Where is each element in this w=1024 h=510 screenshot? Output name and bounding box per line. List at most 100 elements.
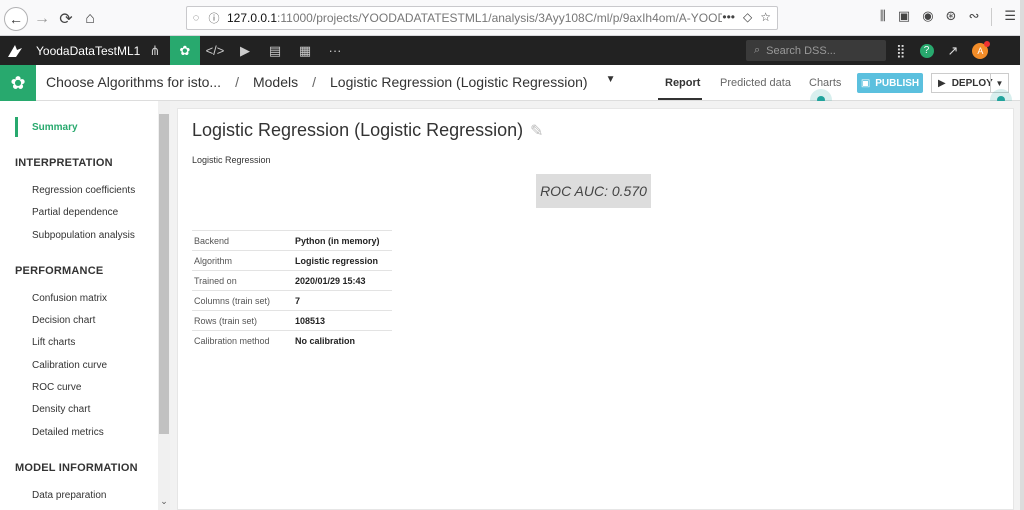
url-host: 127.0.0.1: [227, 11, 278, 25]
search-input[interactable]: ⌕ Search DSS...: [746, 40, 886, 61]
sidebar-item-detailed-metrics[interactable]: Detailed metrics: [32, 427, 104, 438]
sidebar-item-summary[interactable]: Summary: [32, 122, 78, 133]
table-row: Calibration method No calibration: [192, 330, 392, 351]
search-placeholder: Search DSS...: [766, 44, 836, 57]
breadcrumb-analysis[interactable]: Choose Algorithms for isto...: [46, 74, 221, 90]
sidebar-item-subpopulation-analysis[interactable]: Subpopulation analysis: [32, 230, 135, 241]
extension-2-icon[interactable]: ∾: [968, 8, 979, 26]
table-row: Rows (train set) 108513: [192, 310, 392, 331]
table-row: Algorithm Logistic regression: [192, 250, 392, 271]
print-icon[interactable]: ▤: [260, 36, 290, 65]
sidebar-item-confusion-matrix[interactable]: Confusion matrix: [32, 293, 107, 304]
hamburger-menu-icon[interactable]: ☰: [1004, 8, 1016, 26]
url-path: :11000/projects/YOODADATATESTML1/analysi…: [277, 11, 765, 25]
sidebar-item-calibration-curve[interactable]: Calibration curve: [32, 360, 107, 371]
forward-arrow-icon: →: [34, 10, 50, 27]
shield-icon: ◌: [192, 12, 200, 24]
sidebar-scrollbar-thumb[interactable]: [159, 114, 169, 434]
home-button[interactable]: ⌂: [78, 7, 102, 31]
tab-charts[interactable]: Charts: [809, 77, 841, 89]
tab-report[interactable]: Report: [665, 77, 700, 89]
help-icon[interactable]: ?: [919, 43, 934, 58]
table-row: Trained on 2020/01/29 15:43: [192, 270, 392, 291]
row-key: Backend: [194, 235, 230, 246]
breadcrumb-separator: /: [312, 74, 316, 90]
breadcrumb-model[interactable]: Logistic Regression (Logistic Regression…: [330, 74, 588, 90]
toolbar-divider: [991, 8, 993, 26]
apps-grid-icon[interactable]: ⣿: [896, 43, 906, 59]
row-key: Rows (train set): [194, 315, 258, 326]
bookmark-star-icon[interactable]: ☆: [760, 10, 771, 24]
sidebar-heading-model-information: MODEL INFORMATION: [15, 462, 138, 474]
reload-button[interactable]: ⟳: [54, 7, 78, 31]
window-edge: [1020, 0, 1024, 510]
dss-bird-logo-icon[interactable]: [0, 44, 30, 58]
report-sidebar: Summary INTERPRETATION Regression coeffi…: [0, 101, 158, 510]
model-info-table: Backend Python (in memory) Algorithm Logis…: [192, 230, 392, 351]
back-arrow-icon: ←: [9, 11, 23, 27]
reload-icon: ⟳: [59, 11, 73, 28]
scroll-down-chevron-icon[interactable]: ⌄: [158, 496, 170, 507]
dashboard-icon[interactable]: ▦: [290, 36, 320, 65]
sidebar-toggle-icon[interactable]: ▣: [898, 8, 910, 26]
roc-auc-metric: ROC AUC: 0.570: [536, 174, 651, 208]
row-value: Python (in memory): [295, 235, 380, 246]
breadcrumb: Choose Algorithms for isto... / Models /…: [46, 74, 615, 90]
url-text: 127.0.0.1:11000/projects/YOODADATATESTML…: [227, 11, 764, 25]
url-bar[interactable]: ◌ ⓘ 127.0.0.1:11000/projects/YOODADATATE…: [186, 6, 778, 30]
sidebar-item-regression-coefficients[interactable]: Regression coefficients: [32, 185, 135, 196]
account-icon[interactable]: ◉: [922, 8, 933, 26]
info-icon: ⓘ: [208, 13, 220, 25]
sidebar-item-density-chart[interactable]: Density chart: [32, 404, 90, 415]
table-row: Columns (train set) 7: [192, 290, 392, 311]
activity-trend-icon[interactable]: ↗: [948, 43, 959, 59]
lab-icon[interactable]: ✿: [170, 36, 200, 65]
browser-toolbar: ← → ⟳ ⌂ ◌ ⓘ 127.0.0.1:11000/projects/YOO…: [0, 0, 1024, 36]
library-icon[interactable]: ⫼: [880, 8, 886, 26]
chevron-down-icon[interactable]: ▼: [606, 74, 616, 90]
sidebar-heading-performance: PERFORMANCE: [15, 265, 104, 277]
page-actions-icon[interactable]: •••: [722, 10, 735, 24]
extension-icon[interactable]: ⊛: [946, 8, 957, 26]
active-tab-underline: [658, 98, 702, 100]
active-item-indicator: [15, 117, 18, 137]
pocket-icon[interactable]: ◇: [743, 10, 752, 24]
run-icon[interactable]: ▶: [230, 36, 260, 65]
row-value: 108513: [295, 315, 326, 326]
model-title: Logistic Regression (Logistic Regression…: [192, 120, 524, 140]
publish-icon: ▣: [860, 77, 871, 89]
sidebar-heading-interpretation: INTERPRETATION: [15, 157, 113, 169]
page-header: ✿ Choose Algorithms for isto... / Models…: [0, 65, 1020, 101]
row-key: Algorithm: [194, 255, 233, 266]
row-value: Logistic regression: [295, 255, 379, 266]
avatar[interactable]: A: [972, 40, 991, 59]
tab-predicted-data[interactable]: Predicted data: [720, 77, 791, 89]
more-icon[interactable]: ···: [320, 36, 350, 65]
row-value: No calibration: [295, 335, 356, 346]
sidebar-item-data-preparation[interactable]: Data preparation: [32, 490, 107, 501]
play-icon: ▶: [938, 77, 946, 89]
model-subtitle: Logistic Regression: [192, 155, 271, 165]
sidebar-item-decision-chart[interactable]: Decision chart: [32, 315, 95, 326]
project-name[interactable]: YoodaDataTestML1: [36, 44, 140, 58]
code-icon[interactable]: </>: [200, 36, 230, 65]
sidebar-item-roc-curve[interactable]: ROC curve: [32, 382, 81, 393]
breadcrumb-separator: /: [235, 74, 239, 90]
table-row: Backend Python (in memory): [192, 230, 392, 251]
publish-label: PUBLISH: [875, 77, 920, 89]
row-key: Calibration method: [194, 335, 270, 346]
edit-pencil-icon[interactable]: ✎: [530, 121, 543, 141]
sidebar-item-lift-charts[interactable]: Lift charts: [32, 337, 75, 348]
flow-icon[interactable]: ⋔: [140, 36, 170, 65]
back-button[interactable]: ←: [4, 7, 28, 31]
deploy-label: DEPLOY: [951, 77, 993, 89]
forward-button[interactable]: →: [30, 7, 54, 31]
search-icon: ⌕: [754, 44, 761, 56]
breadcrumb-models[interactable]: Models: [253, 74, 298, 90]
home-icon: ⌂: [85, 10, 95, 27]
sidebar-item-partial-dependence[interactable]: Partial dependence: [32, 207, 118, 218]
row-value: 2020/01/29 15:43: [295, 275, 366, 286]
row-key: Trained on: [194, 275, 237, 286]
publish-button[interactable]: ▣ PUBLISH: [857, 73, 923, 93]
dss-top-bar: YoodaDataTestML1 ⋔ ✿ </> ▶ ▤ ▦ ··· ⌕ Sea…: [0, 36, 1020, 65]
